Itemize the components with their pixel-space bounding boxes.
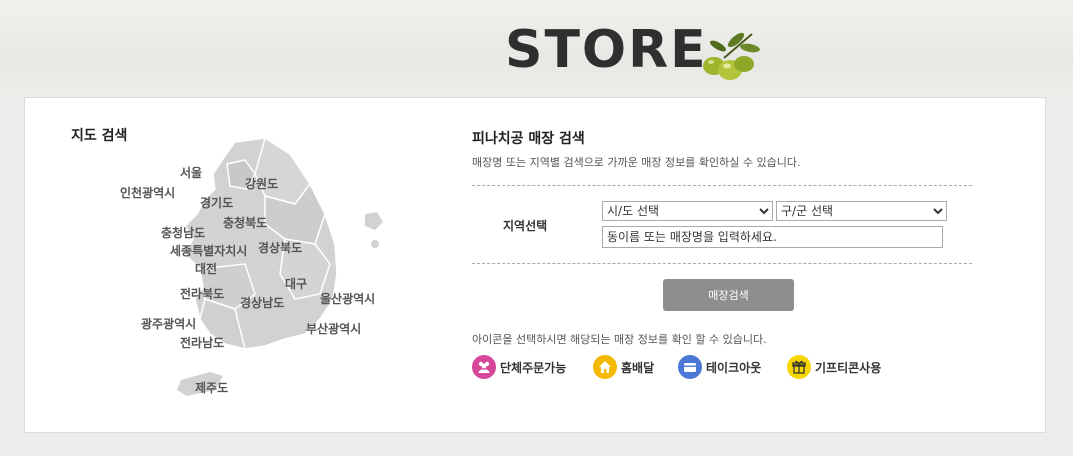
filter-takeout[interactable]: 테이크아웃 [678,355,778,379]
map-region-gangwon[interactable]: 강원도 [245,175,278,192]
divider [472,185,972,186]
map-region-daejeon[interactable]: 대전 [195,260,217,277]
store-search-title: 피나치공 매장 검색 [472,131,585,147]
map-region-incheon[interactable]: 인천광역시 [120,184,175,201]
map-region-jeonnam[interactable]: 전라남도 [180,334,224,351]
gift-icon [787,355,811,379]
map-region-gyeongnam[interactable]: 경상남도 [240,294,284,311]
filter-label: 홈배달 [621,361,655,375]
store-title: STORE [505,20,708,80]
store-header: STORE [0,0,1073,97]
map-region-ulsan[interactable]: 울산광역시 [320,290,375,307]
home-icon [593,355,617,379]
group-icon [472,355,496,379]
store-search-button[interactable]: 매장검색 [663,279,794,311]
filter-label: 테이크아웃 [706,361,762,375]
takeout-icon [678,355,702,379]
divider [472,263,972,264]
filter-gifticon[interactable]: 기프티콘사용 [787,355,897,379]
filter-group-order[interactable]: 단체주문가능 [472,355,582,379]
district-select[interactable]: 구/군 선택 [776,201,947,221]
city-select[interactable]: 시/도 선택 [602,201,773,221]
map-region-seoul[interactable]: 서울 [180,164,202,181]
store-search-panel: 지도 검색 서울 인천광역시 경기도 강원도 충청북도 충청남도 세종특별자치시… [24,97,1046,433]
map-region-gyeonggi[interactable]: 경기도 [200,194,233,211]
map-region-jeonbuk[interactable]: 전라북도 [180,285,224,302]
filter-home-delivery[interactable]: 홈배달 [593,355,673,379]
map-region-daegu[interactable]: 대구 [285,275,307,292]
map-region-busan[interactable]: 부산광역시 [306,320,361,337]
store-search-description: 매장명 또는 지역별 검색으로 가까운 매장 정보를 확인하실 수 있습니다. [472,156,801,169]
map-region-sejong[interactable]: 세종특별자치시 [170,242,247,259]
map-region-jeju[interactable]: 제주도 [195,379,228,396]
store-search-input[interactable] [602,226,943,248]
map-region-chungbuk[interactable]: 충청북도 [223,214,267,231]
map-region-gwangju[interactable]: 광주광역시 [141,315,196,332]
filter-label: 단체주문가능 [500,361,567,375]
olive-icon [703,32,760,80]
region-select-label: 지역선택 [503,219,548,233]
map-region-gyeongbuk[interactable]: 경상북도 [258,239,302,256]
filter-label: 기프티콘사용 [815,361,882,375]
icon-filter-description: 아이콘을 선택하시면 해당되는 매장 정보를 확인 할 수 있습니다. [472,333,767,346]
map-region-chungnam[interactable]: 충청남도 [161,224,205,241]
